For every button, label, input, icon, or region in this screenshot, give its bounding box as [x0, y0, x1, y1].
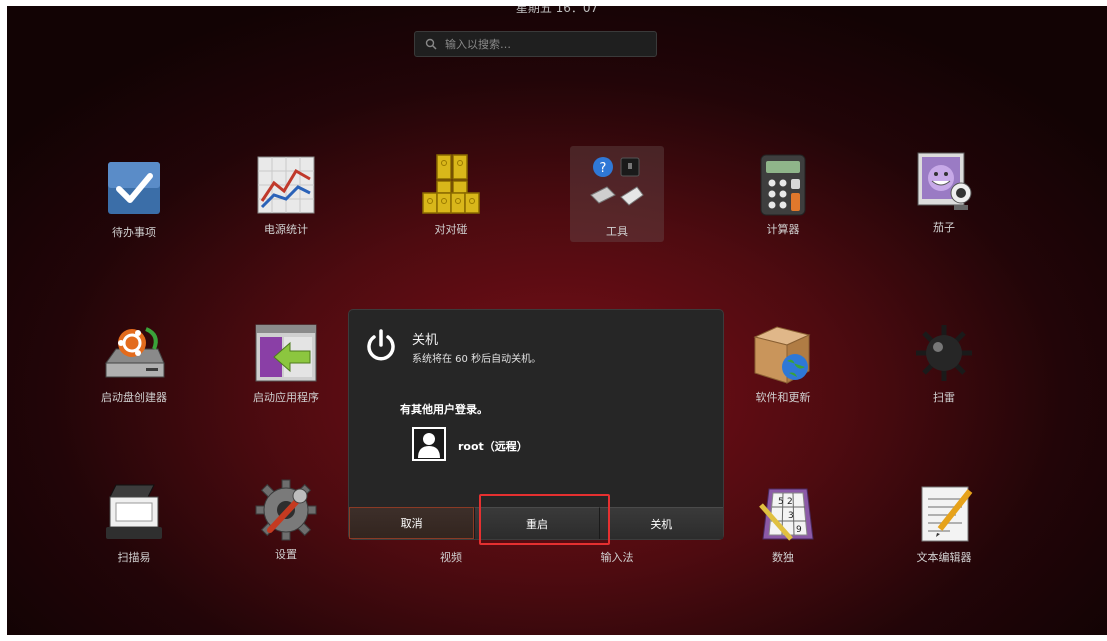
scanner-icon	[102, 481, 166, 545]
other-users-heading: 有其他用户登录。	[400, 403, 488, 416]
app-swell-foop[interactable]: 对对碰	[396, 153, 506, 237]
app-todo[interactable]: 待办事项	[79, 156, 189, 240]
app-calculator[interactable]: 计算器	[728, 153, 838, 237]
swell-foop-icon	[419, 153, 483, 217]
app-label: 电源统计	[264, 223, 308, 236]
shutdown-button[interactable]: 关机	[598, 507, 723, 539]
restart-button[interactable]: 重启	[474, 507, 599, 539]
search-input[interactable]: 输入以搜索…	[414, 31, 657, 57]
app-mines[interactable]: 扫雷	[889, 321, 999, 405]
search-icon	[425, 38, 439, 50]
svg-text:5: 5	[778, 497, 784, 507]
calculator-icon	[751, 153, 815, 217]
app-label: 数独	[772, 551, 794, 564]
app-label: 启动应用程序	[253, 391, 319, 404]
cheese-webcam-icon	[912, 151, 976, 215]
utilities-folder-icon: ?	[585, 151, 649, 215]
todo-checkmark-icon	[102, 156, 166, 220]
svg-text:9: 9	[796, 525, 802, 535]
cancel-button[interactable]: 取消	[349, 507, 475, 539]
power-statistics-icon	[254, 153, 318, 217]
startup-applications-icon	[254, 321, 318, 385]
app-text-editor[interactable]: 文本编辑器	[889, 481, 999, 565]
app-label: 软件和更新	[755, 391, 811, 404]
app-settings[interactable]: 设置	[231, 478, 341, 562]
app-label: 输入法	[600, 551, 634, 564]
app-label: 对对碰	[434, 223, 468, 236]
app-sudoku[interactable]: 52 39 数独	[728, 481, 838, 565]
svg-text:2: 2	[787, 497, 793, 507]
app-scanner[interactable]: 扫描易	[79, 481, 189, 565]
app-label: 计算器	[766, 223, 800, 236]
app-label: 扫雷	[933, 391, 955, 404]
dialog-message: 系统将在 60 秒后自动关机。	[412, 354, 542, 365]
app-label: 启动盘创建器	[101, 391, 167, 404]
mines-icon	[912, 321, 976, 385]
svg-text:3: 3	[788, 511, 794, 521]
svg-text:?: ?	[600, 161, 607, 176]
text-editor-icon	[912, 481, 976, 545]
settings-gear-icon	[254, 478, 318, 542]
app-label: 文本编辑器	[916, 551, 972, 564]
app-power-statistics[interactable]: 电源统计	[231, 153, 341, 237]
app-label: 视频	[440, 551, 462, 564]
power-icon	[365, 328, 397, 362]
app-label: 设置	[275, 548, 297, 561]
app-grid-screen: 星期五 16：07 输入以搜索… 待办事项 电源统计 对对碰 ? 工具 计算器 …	[7, 6, 1107, 635]
search-placeholder: 输入以搜索…	[445, 38, 511, 51]
dialog-title: 关机	[412, 333, 439, 348]
app-label: 茄子	[933, 221, 955, 234]
user-avatar-icon	[412, 427, 446, 461]
app-label: 扫描易	[117, 551, 151, 564]
logged-in-user-name: root（远程）	[458, 440, 528, 453]
app-startup-disk-creator[interactable]: 启动盘创建器	[79, 321, 189, 405]
app-utilities-folder[interactable]: ? 工具	[562, 146, 672, 242]
dialog-button-row: 取消 重启 关机	[349, 507, 723, 539]
sudoku-icon: 52 39	[751, 481, 815, 545]
startup-disk-creator-icon	[102, 321, 166, 385]
top-bar-clock[interactable]: 星期五 16：07	[7, 6, 1107, 16]
app-label: 工具	[606, 225, 628, 238]
app-software-updates[interactable]: 软件和更新	[728, 321, 838, 405]
app-label: 待办事项	[112, 226, 156, 239]
app-cheese[interactable]: 茄子	[889, 151, 999, 235]
shutdown-dialog: 关机 系统将在 60 秒后自动关机。 有其他用户登录。 root（远程） 取消 …	[348, 309, 724, 540]
software-updates-icon	[751, 321, 815, 385]
app-startup-applications[interactable]: 启动应用程序	[231, 321, 341, 405]
